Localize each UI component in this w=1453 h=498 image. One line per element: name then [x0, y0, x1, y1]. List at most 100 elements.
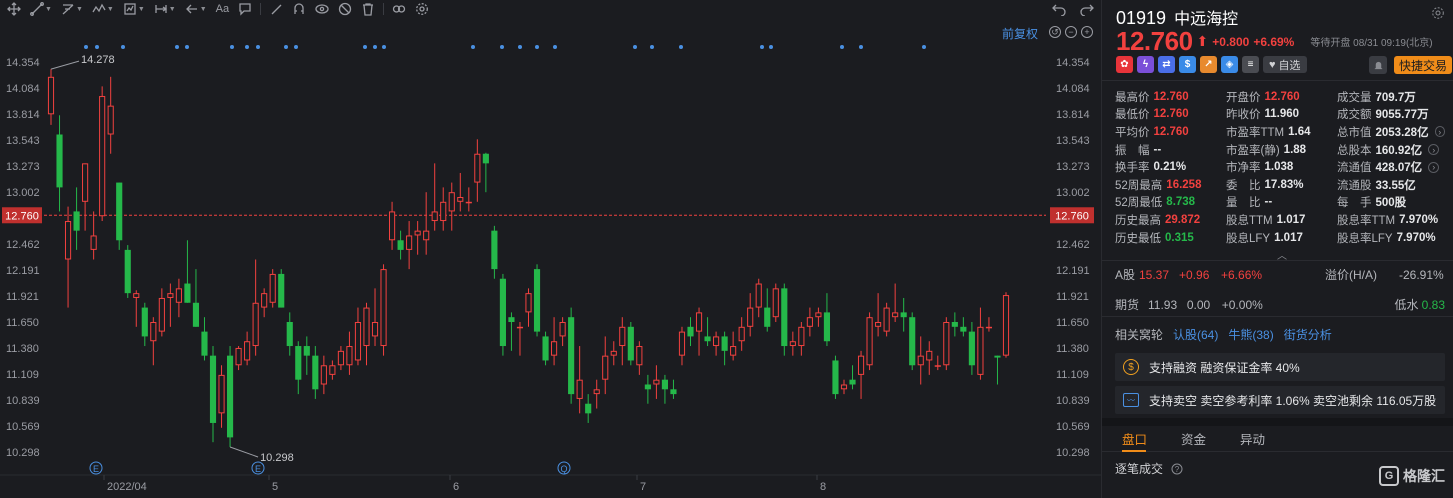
- margin-info[interactable]: $ 支持融资 融资保证金率 40%: [1115, 353, 1445, 381]
- short-sell-info[interactable]: 〰 支持卖空 卖空参考利率 1.06% 卖空池剩余 116.05万股: [1115, 386, 1445, 414]
- trend-icon[interactable]: ↗: [1200, 56, 1217, 73]
- stat-cell: 每 手 500股: [1337, 194, 1445, 212]
- zoom-in-icon[interactable]: +: [1081, 26, 1093, 38]
- crosshair-icon[interactable]: [4, 1, 24, 17]
- stat-label: 股息LFY: [1226, 232, 1271, 245]
- pen-icon[interactable]: [266, 1, 286, 17]
- candle-body-down: [508, 317, 515, 322]
- price-tick-left: 13.273: [6, 161, 40, 173]
- stat-cell: 总市值 2053.28亿 ›: [1337, 123, 1445, 141]
- stat-label: 成交量: [1337, 91, 1372, 104]
- reset-icon[interactable]: ↺: [1049, 26, 1061, 38]
- candle-body-up: [738, 326, 745, 342]
- detail-tabs: 盘口 资金 异动: [1102, 426, 1453, 452]
- add-watchlist-button[interactable]: ♥ 自选: [1263, 56, 1307, 73]
- tab-order-book[interactable]: 盘口: [1102, 426, 1161, 452]
- pattern-icon[interactable]: ▼: [89, 1, 117, 17]
- candle-body-down: [533, 269, 541, 332]
- tab-movement[interactable]: 异动: [1220, 426, 1279, 451]
- candle-body-down: [909, 317, 916, 366]
- price-tick-right: 13.273: [1056, 161, 1090, 173]
- more-arrow-icon[interactable]: ›: [1428, 144, 1440, 156]
- futures-row[interactable]: 期货 11.93 0.00 +0.00% 低水 0.83: [1115, 296, 1445, 313]
- price-tick-right: 11.380: [1056, 343, 1089, 355]
- price-row: 12.760 ⬆ +0.800 +6.69% 等待开盘 08/31 09:19(…: [1116, 26, 1433, 57]
- event-dot: [535, 45, 539, 49]
- trend-line-icon[interactable]: ▼: [27, 1, 55, 17]
- tag-icon[interactable]: ◈: [1221, 56, 1238, 73]
- hide-icon[interactable]: [335, 1, 355, 17]
- candle-body-up: [440, 201, 447, 222]
- event-dot: [373, 45, 377, 49]
- stat-cell: 换手率 0.21%: [1115, 158, 1226, 176]
- adjust-mode-button[interactable]: 前复权: [1002, 25, 1038, 42]
- kline-chart[interactable]: 14.354 14.354 14.084 14.084 13.814 13.814 13.5…: [0, 18, 1101, 498]
- link-icon[interactable]: [389, 1, 409, 17]
- a-share-row[interactable]: A股 15.37 +0.96 +6.66% 溢价(H/A) -26.91%: [1115, 266, 1445, 283]
- hk-flag-icon[interactable]: ✿: [1116, 56, 1133, 73]
- measure-icon[interactable]: ▼: [120, 1, 148, 17]
- price-tick-left: 11.650: [6, 317, 39, 329]
- price-tick-right: 11.921: [1056, 291, 1089, 303]
- more-arrow-icon[interactable]: ›: [1434, 126, 1445, 138]
- stat-cell: 市盈率(静) 1.88: [1226, 141, 1337, 159]
- date-label: 8: [820, 481, 826, 493]
- candle-body-up: [883, 307, 890, 332]
- quick-trade-button[interactable]: 快捷交易: [1394, 56, 1453, 74]
- arrow-icon[interactable]: ▼: [182, 1, 210, 17]
- fib-icon[interactable]: ▼: [58, 1, 86, 17]
- premium-value: -26.91%: [1399, 267, 1444, 282]
- event-dot: [679, 45, 683, 49]
- cbbc-link[interactable]: 牛熊(38): [1228, 326, 1273, 343]
- price-tick-right: 10.839: [1056, 395, 1090, 407]
- event-dot: [121, 45, 125, 49]
- zoom-out-icon[interactable]: −: [1065, 26, 1077, 38]
- candle-body-up: [337, 350, 344, 366]
- candle-body-down: [141, 307, 148, 337]
- candle-body-up: [158, 297, 165, 332]
- eye-icon[interactable]: [312, 1, 332, 17]
- text-icon[interactable]: Aa: [213, 1, 232, 17]
- event-dot: [95, 45, 99, 49]
- stat-value: 0.21%: [1153, 161, 1187, 174]
- info-icon[interactable]: ?: [1171, 463, 1183, 475]
- comment-icon[interactable]: [235, 1, 255, 17]
- stats-grid: 最高价 12.760 开盘价 12.760 成交量 709.7万 最低价 12.760 昨收价 1…: [1115, 88, 1445, 246]
- notes-icon[interactable]: ≡: [1242, 56, 1259, 73]
- candle-body-up: [866, 317, 873, 366]
- price-tick-right: 14.354: [1056, 57, 1090, 69]
- tab-capital[interactable]: 资金: [1161, 426, 1220, 451]
- tick-by-tick-row[interactable]: 逐笔成交 ?: [1115, 460, 1183, 477]
- range-icon[interactable]: ▼: [151, 1, 179, 17]
- stat-value: 709.7万: [1375, 91, 1416, 104]
- stat-cell: 52周最高 16.258: [1115, 176, 1226, 194]
- connect-icon[interactable]: ⇄: [1158, 56, 1175, 73]
- candle-body-up: [695, 312, 703, 332]
- candle-body-up: [602, 355, 609, 380]
- candle-body-up: [1002, 295, 1010, 356]
- gear-icon[interactable]: [1431, 6, 1445, 20]
- candlestick-chart[interactable]: 14.354 14.354 14.084 14.084 13.814 13.814 13.5…: [0, 18, 1101, 498]
- stat-value: 7.970%: [1396, 231, 1436, 244]
- coin-icon: $: [1123, 359, 1139, 375]
- flash-icon[interactable]: ϟ: [1137, 56, 1154, 73]
- event-dot: [633, 45, 637, 49]
- undo-icon[interactable]: [1049, 1, 1069, 17]
- candle-body-up: [593, 389, 600, 395]
- trash-icon[interactable]: [358, 1, 378, 17]
- futures-label: 期货: [1115, 298, 1140, 312]
- stat-cell: 最低价 12.760: [1115, 106, 1226, 124]
- settings-icon[interactable]: [412, 1, 432, 17]
- street-analysis-link[interactable]: 街货分析: [1284, 326, 1332, 343]
- bell-icon[interactable]: [1369, 56, 1387, 74]
- candle-body-up: [389, 211, 396, 241]
- candle-body-up: [448, 192, 455, 212]
- magnet-icon[interactable]: [289, 1, 309, 17]
- redo-icon[interactable]: [1077, 1, 1097, 17]
- stat-label: 流通股: [1337, 179, 1372, 192]
- warrants-link[interactable]: 认股(64): [1173, 326, 1218, 343]
- event-dot: [256, 45, 260, 49]
- dollar-icon[interactable]: $: [1179, 56, 1196, 73]
- stat-label: 振 幅: [1115, 144, 1150, 157]
- more-arrow-icon[interactable]: ›: [1428, 161, 1440, 173]
